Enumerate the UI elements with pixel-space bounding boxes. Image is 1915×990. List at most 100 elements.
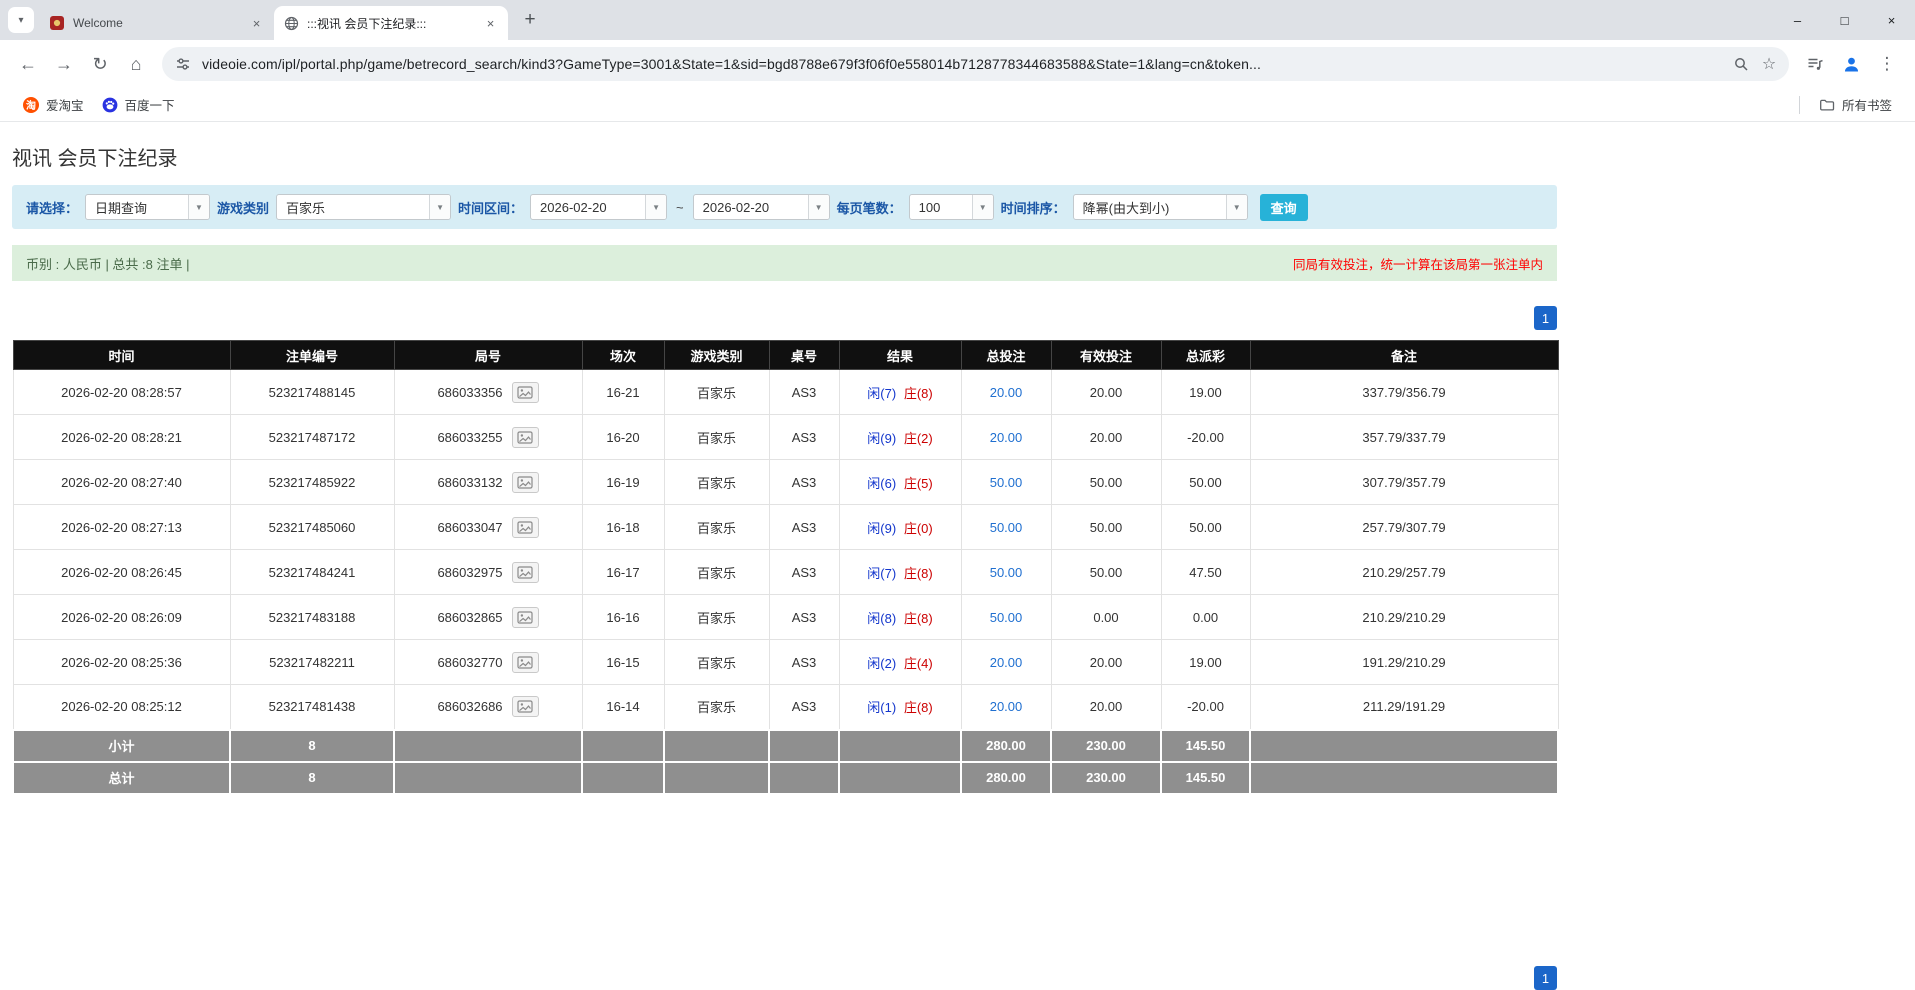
cell-result: 闲(9) 庄(2) — [838, 414, 962, 460]
tab-bet-records[interactable]: :::视讯 会员下注纪录::: × — [274, 6, 508, 40]
total-bet-link[interactable]: 50.00 — [990, 520, 1023, 535]
cell-valid-bet: 50.00 — [1050, 459, 1162, 505]
chevron-down-icon[interactable]: ▼ — [645, 195, 667, 219]
total-bet-link[interactable]: 50.00 — [990, 565, 1023, 580]
bet-records-table: 时间 注单编号 局号 场次 游戏类别 桌号 结果 总投注 有效投注 总派彩 备注… — [12, 340, 1559, 795]
video-replay-button[interactable] — [511, 426, 539, 448]
browser-menu-icon[interactable]: ⋮ — [1873, 50, 1901, 78]
bookmark-baidu[interactable]: 百度一下 — [93, 92, 184, 118]
col-remark: 备注 — [1249, 340, 1559, 370]
round-number: 686032975 — [437, 564, 503, 580]
video-replay-icon — [517, 430, 533, 444]
cell-empty — [663, 760, 770, 795]
forward-button[interactable]: → — [46, 46, 82, 82]
cell-total-bet: 50.00 — [960, 594, 1052, 640]
chevron-down-icon[interactable]: ▼ — [971, 195, 993, 219]
maximize-button[interactable]: □ — [1821, 0, 1868, 40]
result-banker: 庄(8) — [903, 565, 933, 581]
bookmark-label: 百度一下 — [124, 99, 175, 113]
game-type-select[interactable]: 百家乐 ▼ — [276, 194, 452, 220]
cell-bet-id: 523217482211 — [229, 639, 395, 685]
profile-avatar-icon[interactable] — [1837, 50, 1865, 78]
col-bet-id: 注单编号 — [229, 340, 395, 370]
cell-payout: 50.00 — [1160, 459, 1251, 505]
total-bet-link[interactable]: 20.00 — [990, 655, 1023, 670]
round-number: 686032865 — [437, 609, 503, 625]
video-replay-button[interactable] — [511, 561, 539, 583]
window-close-button[interactable]: × — [1868, 0, 1915, 40]
cell-payout: 50.00 — [1160, 504, 1251, 550]
pagination-page-1[interactable]: 1 — [1534, 306, 1557, 330]
home-button[interactable]: ⌂ — [118, 46, 154, 82]
cell-empty — [768, 728, 840, 763]
total-bet-link[interactable]: 20.00 — [990, 385, 1023, 400]
cell-result: 闲(7) 庄(8) — [838, 369, 962, 415]
cell-bet-id: 523217484241 — [229, 549, 395, 595]
refresh-button[interactable]: ↻ — [82, 46, 118, 82]
tab-close-icon[interactable]: × — [248, 15, 265, 32]
tab-list-chevron-icon[interactable]: ▾ — [8, 7, 34, 33]
video-replay-button[interactable] — [511, 696, 539, 718]
sort-label: 时间排序： — [1000, 200, 1066, 216]
per-page-select[interactable]: 100 ▼ — [908, 194, 994, 220]
url-text[interactable]: videoie.com/ipl/portal.php/game/betrecor… — [202, 56, 1727, 72]
zoom-icon[interactable] — [1727, 50, 1755, 78]
pagination-page-1-bottom[interactable]: 1 — [1534, 966, 1557, 990]
video-replay-button[interactable] — [511, 471, 539, 493]
tab-welcome[interactable]: Welcome × — [40, 6, 276, 40]
bookmark-star-icon[interactable]: ☆ — [1755, 50, 1783, 78]
cell-payout: -20.00 — [1160, 684, 1251, 730]
valid-bet-notice: 同局有效投注，统一计算在该局第一张注单内 — [1292, 257, 1543, 272]
chevron-down-icon[interactable]: ▼ — [188, 195, 210, 219]
tab-close-icon[interactable]: × — [482, 15, 499, 32]
total-bet-link[interactable]: 20.00 — [990, 699, 1023, 714]
bookmarks-divider — [1798, 95, 1800, 114]
chevron-down-icon[interactable]: ▼ — [807, 195, 829, 219]
cell-time: 2026-02-20 08:28:21 — [12, 414, 231, 460]
cell-empty — [581, 728, 665, 763]
cell-remark: 191.29/210.29 — [1249, 639, 1559, 685]
cell-remark: 357.79/337.79 — [1249, 414, 1559, 460]
video-replay-button[interactable] — [511, 651, 539, 673]
game-type-value: 百家乐 — [286, 200, 326, 216]
chevron-down-icon[interactable]: ▼ — [429, 195, 451, 219]
cell-remark: 211.29/191.29 — [1249, 684, 1559, 730]
total-bet-link[interactable]: 50.00 — [990, 610, 1023, 625]
back-button[interactable]: ← — [10, 46, 46, 82]
site-settings-icon[interactable] — [175, 56, 191, 72]
total-bet-link[interactable]: 50.00 — [990, 475, 1023, 490]
chevron-down-icon[interactable]: ▼ — [1225, 195, 1247, 219]
date-to-select[interactable]: 2026-02-20 ▼ — [692, 194, 830, 220]
media-controls-icon[interactable] — [1801, 50, 1829, 78]
url-omnibox[interactable]: videoie.com/ipl/portal.php/game/betrecor… — [162, 47, 1789, 81]
search-button[interactable]: 查询 — [1259, 193, 1308, 221]
new-tab-button[interactable]: + — [516, 6, 544, 34]
all-bookmarks-button[interactable]: 所有书签 — [1810, 92, 1901, 118]
cell-payout: 0.00 — [1160, 594, 1251, 640]
date-from-select[interactable]: 2026-02-20 ▼ — [530, 194, 668, 220]
table-row: 2026-02-20 08:25:36 523217482211 6860327… — [12, 639, 1559, 685]
cell-session: 16-16 — [581, 594, 665, 640]
video-replay-button[interactable] — [511, 516, 539, 538]
query-type-select[interactable]: 日期查询 ▼ — [85, 194, 211, 220]
cell-game-type: 百家乐 — [663, 459, 770, 505]
grand-total-count: 8 — [229, 760, 395, 795]
result-banker: 庄(8) — [903, 700, 933, 716]
table-row: 2026-02-20 08:26:45 523217484241 6860329… — [12, 549, 1559, 595]
result-player: 闲(7) — [867, 385, 897, 401]
cell-table-no: AS3 — [768, 369, 840, 415]
cell-game-type: 百家乐 — [663, 639, 770, 685]
subtotal-count: 8 — [229, 728, 395, 763]
total-bet-link[interactable]: 20.00 — [990, 430, 1023, 445]
video-replay-button[interactable] — [511, 606, 539, 628]
cell-valid-bet: 20.00 — [1050, 684, 1162, 730]
round-number: 686033255 — [437, 429, 503, 445]
minimize-button[interactable]: – — [1774, 0, 1821, 40]
video-replay-button[interactable] — [511, 381, 539, 403]
cell-valid-bet: 50.00 — [1050, 549, 1162, 595]
cell-valid-bet: 20.00 — [1050, 369, 1162, 415]
cell-session: 16-19 — [581, 459, 665, 505]
cell-total-bet: 20.00 — [960, 639, 1052, 685]
bookmark-aitaobao[interactable]: 淘 爱淘宝 — [14, 92, 93, 118]
sort-select[interactable]: 降幂(由大到小) ▼ — [1072, 194, 1248, 220]
